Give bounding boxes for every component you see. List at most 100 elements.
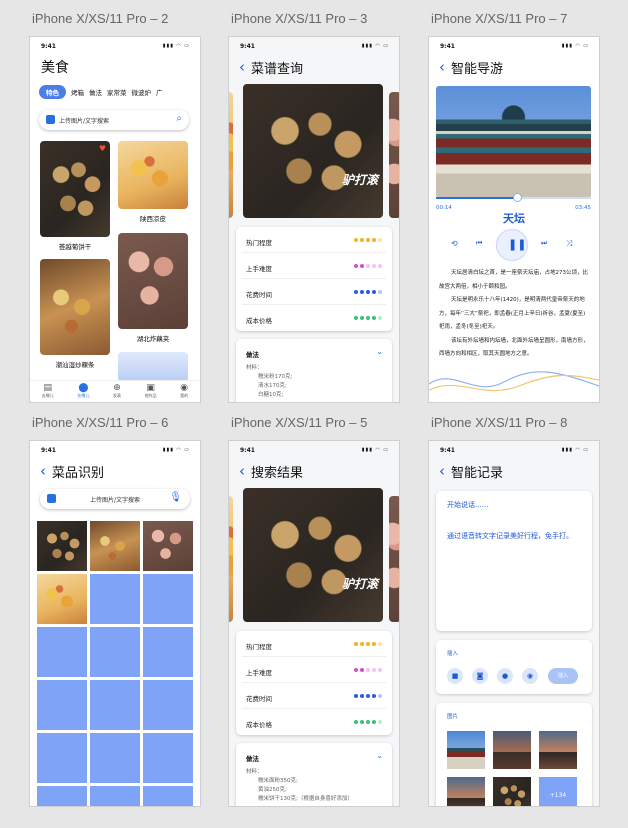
grid-photo[interactable] [37, 521, 87, 571]
speech-placeholder: 开始说话...... [447, 501, 489, 509]
nav-item[interactable]: ▣ 他作品 [145, 381, 157, 402]
grid-placeholder[interactable] [37, 786, 87, 806]
dish-card-image[interactable] [118, 352, 188, 382]
gallery-photo[interactable] [539, 731, 577, 769]
grid-placeholder[interactable] [90, 680, 140, 730]
paragraph: 该坛有外坛墙和内坛墙，北面外坛墙呈圆形，南墙方形，西墙方向和相区，取其天圆地方之… [439, 337, 589, 358]
tab-oven[interactable]: 烤箱 [71, 87, 84, 97]
repeat-icon[interactable]: ⟲ [451, 239, 458, 248]
tab-home-cooking[interactable]: 家常菜 [107, 87, 127, 97]
audio-progress-fill [436, 197, 517, 199]
nav-item[interactable]: ▤ 去哪儿 [42, 381, 54, 402]
chevron-down-icon[interactable]: ⌄ [376, 751, 383, 760]
attr-label: 热门程度 [246, 239, 272, 247]
tab-method[interactable]: 做法 [89, 87, 102, 97]
page-title: 美食 [41, 60, 69, 76]
hero-image[interactable]: 驴打滚 [243, 488, 383, 622]
status-time: 9:41 [41, 447, 56, 454]
insert-card: 插入 ■ ◙ ● ◉ 插入 [436, 640, 592, 694]
grid-placeholder[interactable] [37, 680, 87, 730]
header: ‹ 智能记录 [439, 462, 503, 482]
next-card-image[interactable] [389, 92, 399, 218]
page-title: 智能导游 [451, 62, 504, 77]
materials-list: 糯米面粉350克; 黄油250克; 糯米饼干130克;（根据自身喜好添加） [258, 777, 353, 804]
insert-button[interactable]: 插入 [548, 668, 578, 684]
grid-placeholder[interactable] [90, 574, 140, 624]
gallery-photo[interactable] [493, 731, 531, 769]
nav-item[interactable]: ⊕ 发表 [113, 381, 121, 402]
grid-placeholder[interactable] [143, 786, 193, 806]
attr-label: 成本价格 [246, 317, 272, 325]
page-title: 菜品识别 [52, 466, 105, 481]
rating-dots [354, 238, 382, 242]
tab-featured[interactable]: 特色 [39, 85, 66, 99]
grid-photo[interactable] [143, 521, 193, 571]
dish-card-image[interactable] [118, 233, 188, 329]
status-bar: 9:41 ▮▮▮ ◠ ▭ [429, 441, 599, 457]
dish-name: 陕西凉皮 [140, 215, 166, 223]
pause-button[interactable]: ❚❚ [496, 229, 528, 261]
voice-note-area[interactable]: 开始说话...... 通过语音转文字记录美好行程，免手打。 [436, 491, 592, 631]
nav-item[interactable]: ⬤ 在哪儿 [77, 381, 89, 402]
heart-icon[interactable]: ♥ [99, 144, 106, 153]
search-bar[interactable]: 上传图片/文字搜索 🎙 [40, 489, 190, 509]
grid-placeholder[interactable] [143, 680, 193, 730]
hero-image[interactable]: 驴打滚 [243, 84, 383, 218]
shuffle-icon[interactable]: ⤨ [566, 239, 572, 249]
search-icon[interactable]: ⌕ [176, 113, 182, 124]
tab-microwave[interactable]: 微波炉 [132, 87, 152, 97]
grid-placeholder[interactable] [90, 733, 140, 783]
location-icon[interactable]: ◉ [522, 668, 538, 684]
previous-track-icon[interactable]: ⏮ [476, 239, 482, 248]
dish-card-image[interactable] [118, 141, 188, 209]
gallery-photo[interactable] [493, 777, 531, 806]
rating-dots [354, 264, 382, 268]
dish-card-image[interactable]: ♥ [40, 141, 110, 237]
back-icon[interactable]: ‹ [40, 464, 46, 479]
search-bar[interactable]: 上传图片/文字搜索 ⌕ [39, 110, 189, 130]
grid-placeholder[interactable] [143, 574, 193, 624]
tab-more[interactable]: 广 [156, 87, 163, 97]
microphone-icon[interactable]: ● [497, 668, 513, 684]
back-icon[interactable]: ‹ [239, 60, 245, 75]
grid-placeholder[interactable] [37, 627, 87, 677]
back-icon[interactable]: ‹ [239, 464, 245, 479]
divider [242, 304, 386, 305]
next-track-icon[interactable]: ⏭ [541, 239, 547, 248]
grid-photo[interactable] [90, 521, 140, 571]
back-icon[interactable]: ‹ [439, 464, 445, 479]
chevron-down-icon[interactable]: ⌄ [376, 347, 383, 356]
screen-recipe: 9:41 ▮▮▮ ◠ ▭ ‹ 菜谱查询 驴打滚 热门程度 上手难度 花费时间 成本价… [229, 37, 399, 402]
divider [242, 656, 386, 657]
material-item: 糯米粉170克; [258, 374, 293, 380]
microphone-icon[interactable]: 🎙 [169, 492, 182, 503]
audio-progress-knob[interactable] [512, 193, 522, 202]
grid-placeholder[interactable] [90, 786, 140, 806]
material-item: 糯米饼干130克;（根据自身喜好添加） [258, 796, 353, 802]
more-photos-tile[interactable]: +134 [539, 777, 577, 806]
grid-placeholder[interactable] [143, 627, 193, 677]
prev-card-image[interactable] [229, 496, 233, 622]
video-icon[interactable]: ■ [447, 668, 463, 684]
rating-dots [354, 642, 382, 646]
next-card-image[interactable] [389, 496, 399, 622]
signal-wifi-battery-icon: ▮▮▮ ◠ ▭ [561, 447, 589, 453]
material-item: 糯米面粉350克; [258, 778, 298, 784]
category-tabs: 特色 烤箱 做法 家常菜 微波炉 广 [39, 85, 163, 99]
screen-record: 9:41 ▮▮▮ ◠ ▭ ‹ 智能记录 开始说话...... 通过语音转文字记录美好… [429, 441, 599, 806]
signal-wifi-battery-icon: ▮▮▮ ◠ ▭ [162, 43, 190, 49]
nav-item[interactable]: ◉ 我的 [180, 381, 188, 402]
grid-placeholder[interactable] [37, 733, 87, 783]
grid-photo[interactable] [37, 574, 87, 624]
dish-card-image[interactable] [40, 259, 110, 355]
image-upload-icon[interactable] [46, 115, 55, 124]
grid-placeholder[interactable] [143, 733, 193, 783]
prev-card-image[interactable] [229, 92, 233, 218]
audio-progress-track[interactable] [436, 193, 591, 202]
back-icon[interactable]: ‹ [439, 60, 445, 75]
camera-icon[interactable]: ◙ [472, 668, 488, 684]
signal-wifi-battery-icon: ▮▮▮ ◠ ▭ [361, 447, 389, 453]
gallery-photo[interactable] [447, 731, 485, 769]
gallery-photo[interactable] [447, 777, 485, 806]
grid-placeholder[interactable] [90, 627, 140, 677]
